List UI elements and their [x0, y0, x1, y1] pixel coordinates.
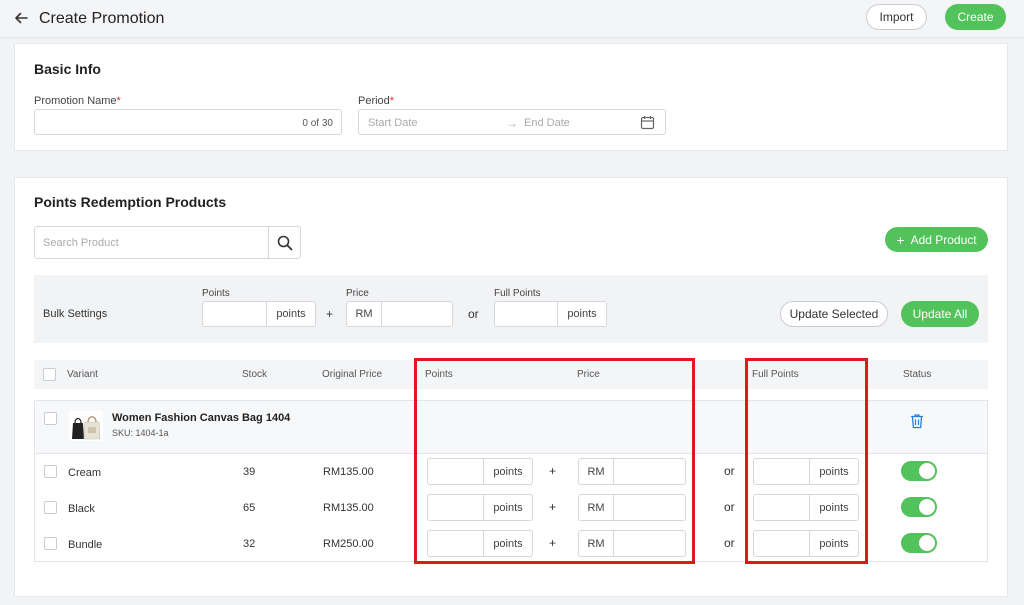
- start-date-placeholder[interactable]: Start Date: [368, 117, 418, 129]
- bulk-price-input[interactable]: RM: [346, 301, 453, 327]
- add-product-button[interactable]: + Add Product: [885, 227, 988, 252]
- original-price-value: RM135.00: [323, 466, 374, 478]
- period-label: Period*: [358, 95, 395, 107]
- end-date-placeholder[interactable]: End Date: [524, 117, 570, 129]
- import-button[interactable]: Import: [866, 4, 927, 30]
- points-redemption-title: Points Redemption Products: [34, 194, 227, 210]
- status-toggle[interactable]: [901, 461, 937, 481]
- bulk-full-points-label: Full Points: [494, 288, 541, 299]
- column-variant: Variant: [67, 369, 98, 380]
- trash-icon[interactable]: [910, 413, 924, 429]
- search-icon: [277, 235, 292, 250]
- bulk-points-label: Points: [202, 288, 230, 299]
- column-original-price: Original Price: [322, 369, 383, 380]
- update-selected-button[interactable]: Update Selected: [780, 301, 888, 327]
- promotion-name-input[interactable]: 0 of 30: [34, 109, 342, 135]
- bulk-points-suffix: points: [266, 302, 315, 326]
- stock-value: 39: [243, 466, 256, 478]
- bulk-settings-label: Bulk Settings: [43, 308, 108, 320]
- stock-value: 32: [243, 538, 256, 550]
- or-text: or: [724, 464, 735, 478]
- bulk-points-input[interactable]: points: [202, 301, 316, 327]
- variant-name: Bundle: [68, 539, 103, 551]
- range-arrow-icon: →: [506, 116, 518, 130]
- toggle-knob: [919, 499, 935, 515]
- page-title: Create Promotion: [39, 10, 165, 27]
- or-text: or: [724, 536, 735, 550]
- toggle-knob: [919, 535, 935, 551]
- row-checkbox[interactable]: [44, 465, 57, 478]
- bulk-currency-prefix: RM: [347, 302, 382, 326]
- product-name: Women Fashion Canvas Bag 1404: [112, 412, 291, 424]
- toggle-knob: [919, 463, 935, 479]
- bulk-price-label: Price: [346, 288, 369, 299]
- status-toggle[interactable]: [901, 497, 937, 517]
- back-arrow-icon[interactable]: [12, 9, 30, 27]
- calendar-icon[interactable]: [640, 115, 655, 130]
- bulk-full-points-input[interactable]: points: [494, 301, 607, 327]
- promotion-name-label: Promotion Name*: [34, 95, 121, 107]
- add-product-label: Add Product: [910, 232, 977, 247]
- bulk-plus-sign: +: [326, 307, 334, 321]
- search-placeholder: Search Product: [43, 237, 119, 249]
- promotion-name-counter: 0 of 30: [302, 118, 333, 129]
- row-checkbox[interactable]: [44, 501, 57, 514]
- original-price-value: RM250.00: [323, 538, 374, 550]
- row-checkbox[interactable]: [44, 537, 57, 550]
- select-all-checkbox[interactable]: [43, 368, 56, 381]
- search-product-input[interactable]: Search Product: [34, 226, 301, 259]
- original-price-value: RM135.00: [323, 502, 374, 514]
- top-bar: Create Promotion Import Create: [0, 0, 1024, 38]
- column-stock: Stock: [242, 369, 268, 380]
- period-range-input[interactable]: Start Date → End Date: [358, 109, 666, 135]
- search-button[interactable]: [268, 227, 300, 258]
- create-button[interactable]: Create: [945, 4, 1006, 30]
- variant-name: Black: [68, 503, 95, 515]
- stock-value: 65: [243, 502, 256, 514]
- bulk-or-text: or: [468, 307, 479, 321]
- full-points-highlight-box: [745, 358, 868, 564]
- status-toggle[interactable]: [901, 533, 937, 553]
- column-status: Status: [903, 369, 932, 380]
- plus-icon: +: [896, 231, 905, 248]
- bulk-full-points-suffix: points: [557, 302, 606, 326]
- product-sku: SKU: 1404-1a: [112, 428, 169, 438]
- basic-info-card: Basic Info Promotion Name* 0 of 30 Perio…: [14, 43, 1008, 151]
- variant-name: Cream: [68, 467, 102, 479]
- product-checkbox[interactable]: [44, 412, 57, 425]
- points-price-highlight-box: [414, 358, 695, 564]
- basic-info-title: Basic Info: [34, 61, 101, 77]
- or-text: or: [724, 500, 735, 514]
- product-thumbnail: [69, 411, 103, 441]
- update-all-button[interactable]: Update All: [901, 301, 979, 327]
